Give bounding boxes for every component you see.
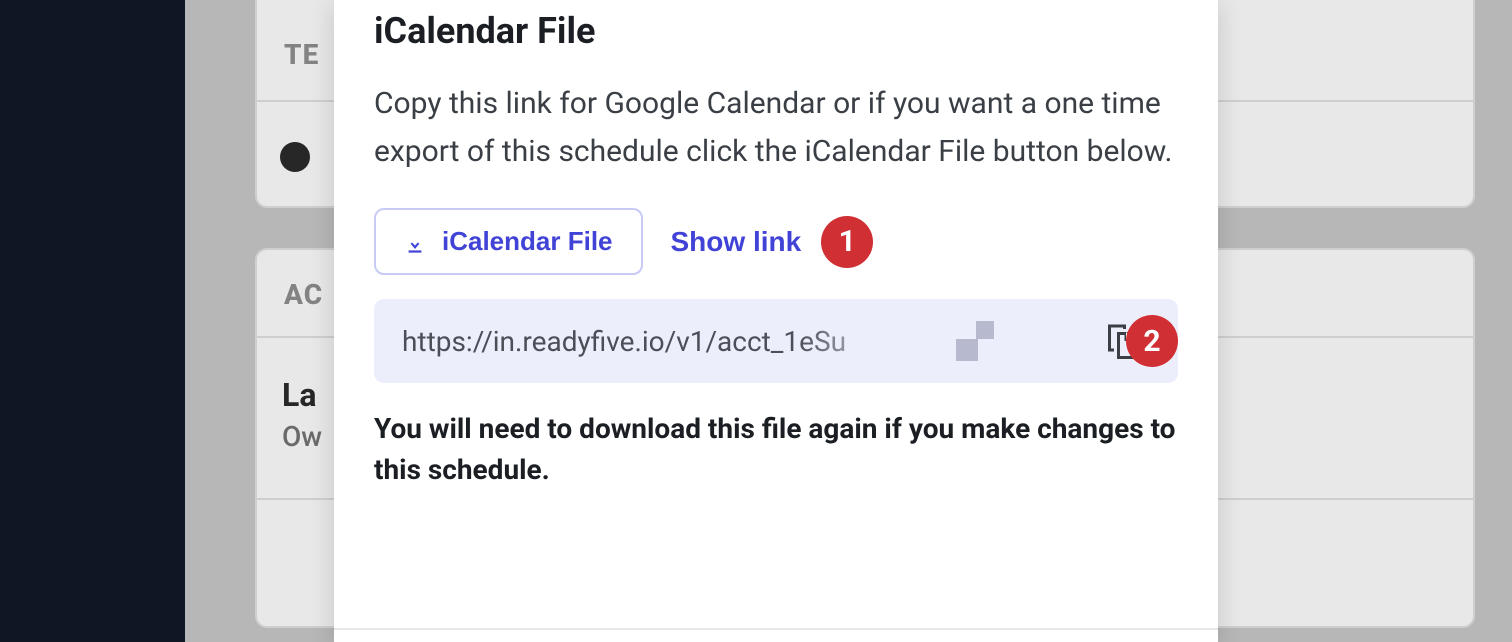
bg-section-label-actions: AC — [284, 278, 323, 311]
bg-status-dot — [280, 142, 310, 172]
icalendar-url-text[interactable]: https://in.readyfive.io/v1/acct_1eSu — [402, 325, 930, 358]
bg-row-role: Ow — [282, 420, 322, 453]
download-icalendar-button[interactable]: iCalendar File — [374, 208, 643, 275]
modal-description: Copy this link for Google Calendar or if… — [374, 80, 1178, 176]
modal-button-row: iCalendar File Show link 1 — [374, 208, 1178, 275]
app-root: TE AC La Ow iCalendar File Copy this lin… — [0, 0, 1512, 642]
icalendar-modal: iCalendar File Copy this link for Google… — [334, 0, 1218, 642]
download-button-label: iCalendar File — [442, 226, 613, 257]
annotation-badge-2: 2 — [1126, 315, 1178, 367]
show-link-label: Show link — [671, 226, 802, 257]
download-icon — [404, 231, 426, 253]
show-link-button[interactable]: Show link — [671, 226, 802, 258]
redaction-square — [956, 339, 978, 361]
modal-note: You will need to download this file agai… — [374, 409, 1178, 490]
url-row-wrapper: https://in.readyfive.io/v1/acct_1eSu — [374, 299, 1178, 383]
url-display-row: https://in.readyfive.io/v1/acct_1eSu — [374, 299, 1178, 383]
redaction-square — [976, 321, 994, 339]
redaction-squares — [946, 321, 1006, 361]
annotation-badge-1: 1 — [821, 216, 873, 268]
modal-footer-divider — [334, 628, 1218, 630]
bg-section-label-team: TE — [284, 38, 319, 71]
bg-row-name: La — [282, 376, 316, 414]
modal-title: iCalendar File — [374, 10, 1178, 52]
